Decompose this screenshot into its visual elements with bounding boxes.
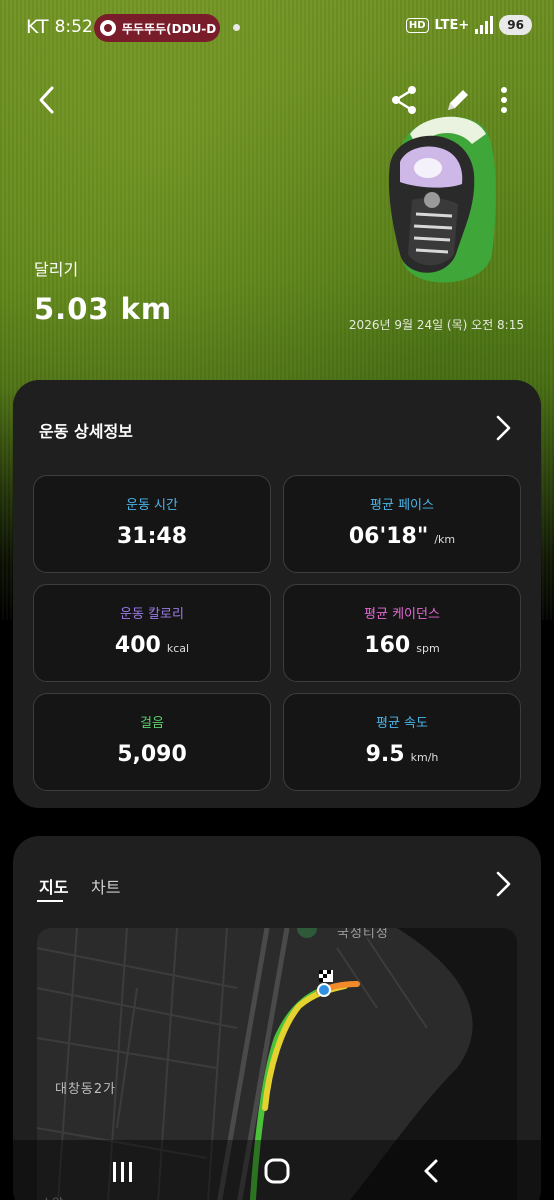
back-arrow-icon <box>424 1159 438 1183</box>
total-distance: 5.03 km <box>34 292 173 326</box>
metric-unit: kcal <box>166 642 190 655</box>
clock: 8:52 <box>54 17 93 37</box>
media-title: 뚜두뚜두(DDU-D <box>122 21 217 36</box>
metric-steps[interactable]: 걸음 5,090 <box>33 693 271 791</box>
status-bar: KT 8:52 뚜두뚜두(DDU-D HD LTE+ 96 <box>0 12 554 46</box>
home-button[interactable] <box>262 1156 292 1186</box>
back-button[interactable] <box>32 84 64 116</box>
metric-label: 운동 시간 <box>126 498 178 513</box>
workout-details-card: 운동 상세정보 운동 시간 31:48 평균 페이스 06'18"/km 운동 … <box>13 380 541 808</box>
metric-label: 평균 속도 <box>376 716 428 731</box>
start-marker-icon <box>317 983 331 997</box>
recent-apps-icon <box>113 1162 132 1182</box>
metric-value: 06'18"/km <box>348 524 456 549</box>
system-navigation-bar <box>0 1140 554 1200</box>
carrier-label: KT <box>26 16 49 38</box>
media-playing-pill[interactable]: 뚜두뚜두(DDU-D <box>94 14 220 42</box>
tab-chart[interactable]: 차트 <box>91 874 120 898</box>
metric-unit: /km <box>434 533 456 546</box>
metric-avg-pace[interactable]: 평균 페이스 06'18"/km <box>283 475 521 573</box>
chevron-right-icon <box>496 871 511 897</box>
metric-value: 5,090 <box>117 742 187 767</box>
tab-map[interactable]: 지도 <box>39 874 68 898</box>
chevron-left-icon <box>39 86 54 114</box>
music-disc-icon <box>100 20 116 36</box>
details-more-button[interactable] <box>491 414 515 442</box>
metric-workout-time[interactable]: 운동 시간 31:48 <box>33 475 271 573</box>
chevron-right-icon <box>496 415 511 441</box>
metric-calories[interactable]: 운동 칼로리 400 kcal <box>33 584 271 682</box>
map-place-label: 국정티정 <box>337 928 389 941</box>
hd-voice-icon: HD <box>405 17 429 33</box>
metric-label: 걸음 <box>140 716 164 731</box>
metric-avg-cadence[interactable]: 평균 케이던스 160 spm <box>283 584 521 682</box>
network-type: LTE+ <box>434 17 470 33</box>
activity-type-label: 달리기 <box>34 260 79 279</box>
signal-icon <box>475 16 494 34</box>
recent-apps-button[interactable] <box>108 1160 138 1184</box>
map-place-label: 대창동2가 <box>55 1082 117 1097</box>
metric-unit: km/h <box>410 751 439 764</box>
metric-value: 160 spm <box>364 633 440 658</box>
notification-dot-icon <box>233 24 240 31</box>
map-more-button[interactable] <box>491 870 515 898</box>
home-icon <box>264 1158 290 1184</box>
battery-indicator: 96 <box>499 15 532 35</box>
metric-label: 평균 페이스 <box>370 498 434 513</box>
metric-unit: spm <box>416 642 440 655</box>
running-shoe-image <box>376 104 516 296</box>
metric-value: 31:48 <box>116 524 188 549</box>
metric-avg-speed[interactable]: 평균 속도 9.5 km/h <box>283 693 521 791</box>
back-nav-button[interactable] <box>420 1158 444 1184</box>
metric-label: 운동 칼로리 <box>120 607 184 622</box>
workout-date: 2026년 9월 24일 (목) 오전 8:15 <box>348 318 524 332</box>
active-tab-indicator <box>37 900 63 902</box>
metric-label: 평균 케이던스 <box>364 607 440 622</box>
metric-value: 9.5 km/h <box>365 742 439 767</box>
metric-value: 400 kcal <box>114 633 190 658</box>
details-title: 운동 상세정보 <box>39 422 133 441</box>
